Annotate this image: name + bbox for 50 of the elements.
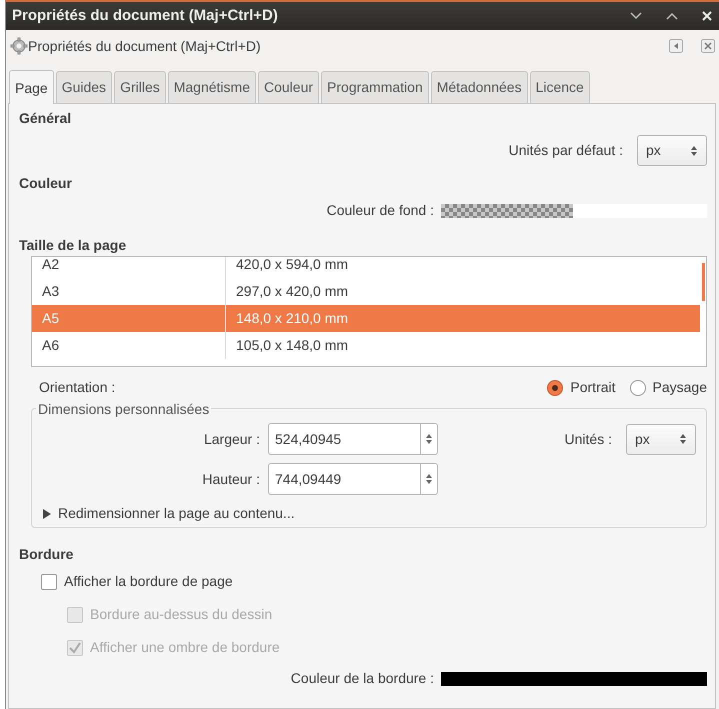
- field-label: Couleur de fond :: [326, 201, 434, 220]
- tab[interactable]: Programmation: [321, 71, 429, 103]
- list-row[interactable]: A2 420,0 x 594,0 mm: [32, 257, 700, 278]
- radio-button[interactable]: [547, 380, 564, 396]
- spin-button[interactable]: [420, 463, 438, 495]
- field-label: Hauteur :: [201, 470, 261, 488]
- section-heading: Bordure: [19, 545, 74, 564]
- section-heading: Couleur: [19, 174, 73, 193]
- spin-button[interactable]: [420, 423, 438, 455]
- field-label: Orientation :: [39, 378, 116, 397]
- tab[interactable]: Magnétisme: [168, 71, 256, 103]
- settings-icon: [10, 37, 28, 55]
- color-swatch[interactable]: [441, 672, 707, 686]
- up-down-arrows-icon: [425, 473, 433, 485]
- up-down-arrows-icon: [679, 433, 687, 445]
- checkbox-label: Bordure au-dessus du dessin: [90, 605, 272, 624]
- checkbox-label: Afficher la bordure de page: [64, 572, 233, 591]
- section-heading: Taille de la page: [19, 236, 128, 255]
- tab[interactable]: Licence: [530, 71, 590, 103]
- checkmark-icon: [69, 642, 81, 654]
- window-title: Propriétés du document (Maj+Ctrl+D): [12, 6, 279, 26]
- radio-label: Portrait: [570, 378, 616, 397]
- scrollbar[interactable]: [702, 263, 705, 301]
- checkbox[interactable]: [41, 574, 57, 590]
- list-row[interactable]: A6 105,0 x 148,0 mm: [32, 332, 700, 359]
- radio-label: Paysage: [652, 378, 707, 397]
- field-label: Largeur :: [202, 430, 261, 449]
- tab[interactable]: Guides: [56, 71, 112, 103]
- maximize-icon[interactable]: [665, 11, 679, 21]
- tab[interactable]: Couleur: [258, 71, 320, 103]
- radio-button[interactable]: [630, 380, 646, 396]
- minimize-icon[interactable]: [629, 11, 643, 21]
- field-label: Couleur de la bordure :: [290, 669, 434, 688]
- field-label: Unités par défaut :: [508, 141, 623, 160]
- dialog-title: Propriétés du document (Maj+Ctrl+D): [28, 36, 262, 56]
- color-swatch[interactable]: [441, 204, 707, 218]
- up-down-arrows-icon: [425, 433, 433, 445]
- tab[interactable]: Page: [9, 70, 54, 104]
- tab[interactable]: Grilles: [114, 71, 166, 103]
- field-label: Unités :: [564, 430, 612, 448]
- expander[interactable]: Redimensionner la page au contenu...: [42, 503, 295, 524]
- units-dropdown[interactable]: px: [637, 135, 707, 166]
- section-heading: Général: [19, 109, 72, 128]
- tab[interactable]: Métadonnées: [430, 71, 528, 103]
- up-down-arrows-icon: [690, 144, 698, 156]
- checkbox-label: Afficher une ombre de bordure: [90, 638, 280, 657]
- arrow-left-icon[interactable]: [669, 39, 683, 53]
- number-field[interactable]: 524,40945: [268, 423, 420, 455]
- units-dropdown[interactable]: px: [626, 424, 696, 454]
- number-field[interactable]: 744,09449: [268, 463, 420, 495]
